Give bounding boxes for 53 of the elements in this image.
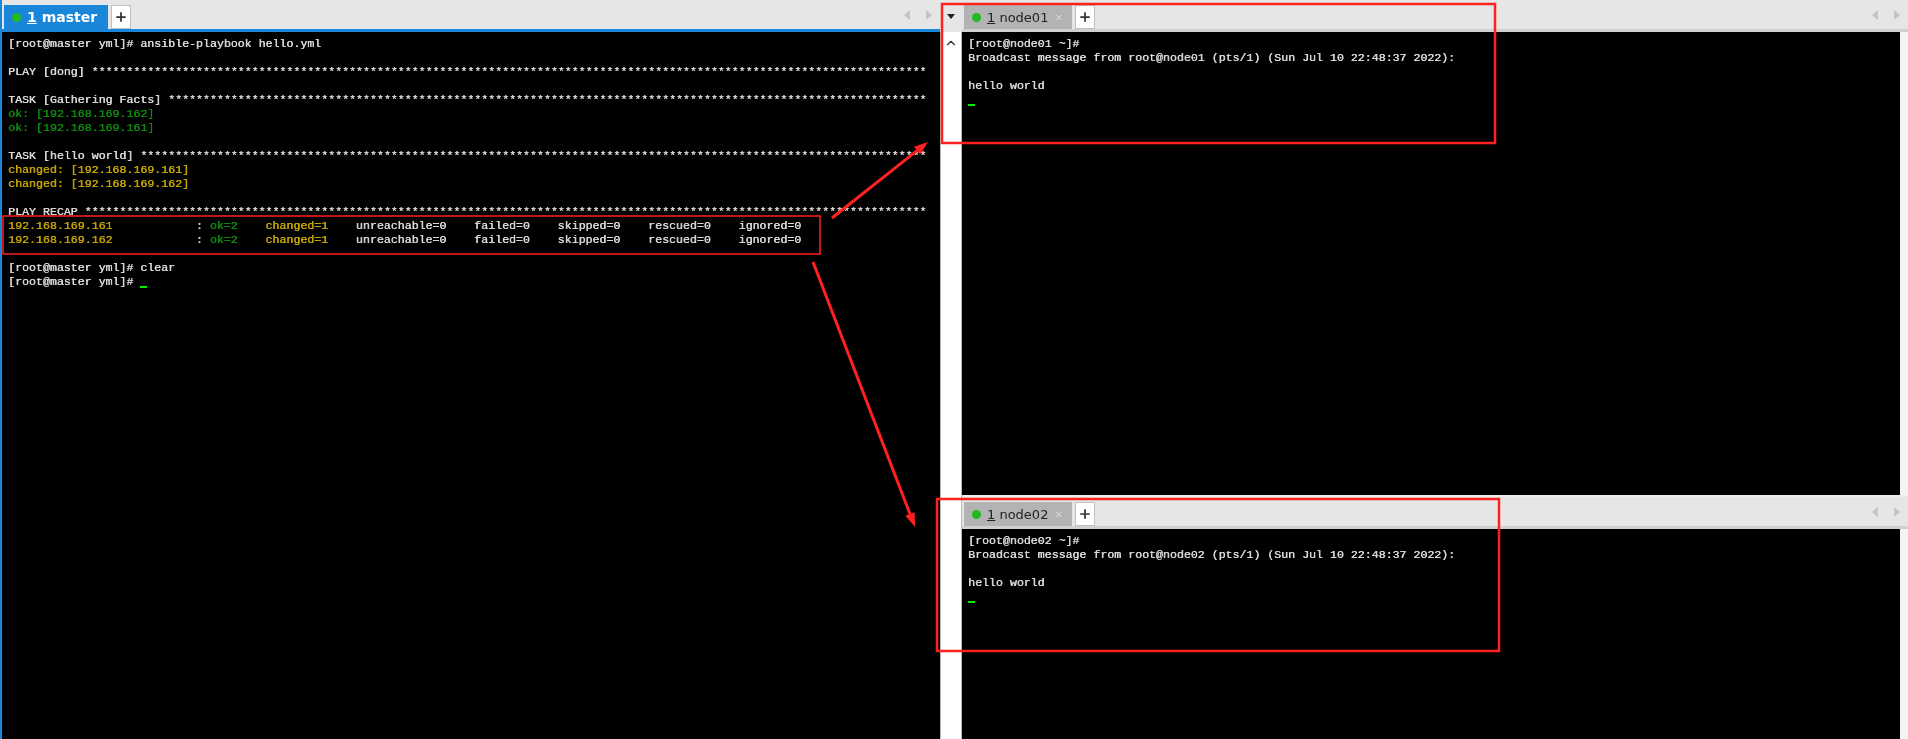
terminal-line: changed: [192.168.169.161] — [8, 163, 189, 177]
recap-field: changed=1 — [265, 219, 329, 232]
recap-field: skipped=0 — [557, 219, 621, 232]
plus-icon — [1078, 507, 1092, 521]
session-tab[interactable]: 1 node01 — [964, 5, 1072, 29]
session-tab[interactable]: 1 master — [4, 5, 108, 29]
terminal-line: PLAY [dong] ************************************************************************************************************************ — [8, 65, 927, 79]
new-tab-button[interactable] — [111, 5, 131, 29]
recap-separator: : — [195, 219, 203, 232]
terminal-line: TASK [hello world] ***************************************************************************************************************** — [8, 149, 927, 163]
terminal-line: ok: [192.168.169.162] — [8, 107, 155, 121]
recap-field: rescued=0 — [648, 219, 711, 232]
status-dot-icon — [972, 12, 981, 22]
session-tab[interactable]: 1 node02 — [964, 502, 1072, 526]
terminal-line: [root@master yml]# clear — [8, 261, 175, 275]
terminal-screen[interactable]: [root@node02 ~]# Broadcast message from root@node02 (pts/1) (Sun Jul 10 22:48:37 2022): hello world — [962, 529, 1908, 739]
new-tab-button[interactable] — [1075, 502, 1095, 526]
terminal-line: [root@node01 ~]# — [968, 37, 1080, 51]
terminal-line: TASK [Gathering Facts] ************************************************************************************************************* — [8, 93, 927, 107]
recap-field: ignored=0 — [738, 219, 802, 232]
recap-field: ok=2 — [209, 219, 238, 232]
recap-field: unreachable=0 — [355, 219, 447, 232]
status-dot-icon — [972, 509, 981, 519]
plus-icon — [1078, 10, 1092, 24]
terminal-screen[interactable] — [2, 32, 940, 739]
terminal-line: Broadcast message from root@node02 (pts/1) (Sun Jul 10 22:48:37 2022): — [968, 548, 1456, 562]
terminal-line: ok: [192.168.169.161] — [8, 121, 155, 135]
recap-field: ok=2 — [209, 233, 238, 246]
text-cursor — [968, 104, 975, 106]
terminal-line: changed: [192.168.169.162] — [8, 177, 189, 191]
terminal-line: hello world — [968, 576, 1045, 590]
recap-field: failed=0 — [474, 233, 530, 246]
terminal-line: [root@node02 ~]# — [968, 534, 1080, 548]
dropdown-caret-icon[interactable] — [947, 13, 955, 19]
new-tab-button[interactable] — [1075, 5, 1095, 29]
recap-field: 192.168.169.161 — [8, 219, 113, 232]
plus-icon — [114, 10, 128, 24]
recap-separator: : — [195, 233, 203, 246]
recap-field: skipped=0 — [557, 233, 621, 246]
text-cursor — [968, 601, 975, 603]
recap-field: ignored=0 — [738, 233, 802, 246]
terminal-screen[interactable]: [root@node01 ~]# Broadcast message from root@node01 (pts/1) (Sun Jul 10 22:48:37 2022): hello world — [962, 32, 1908, 495]
recap-field: changed=1 — [265, 233, 329, 246]
terminal-line: Broadcast message from root@node01 (pts/1) (Sun Jul 10 22:48:37 2022): — [968, 51, 1456, 65]
recap-field: unreachable=0 — [355, 233, 447, 246]
recap-field: failed=0 — [474, 219, 530, 232]
recap-field: 192.168.169.162 — [8, 233, 113, 246]
terminal-line: hello world — [968, 79, 1045, 93]
terminal-line: [root@master yml]# ansible-playbook hello.yml — [8, 37, 322, 51]
terminal-line: [root@master yml]# — [8, 275, 134, 289]
terminal-line: PLAY RECAP ************************************************************************************************************************* — [8, 205, 927, 219]
recap-field: rescued=0 — [648, 233, 711, 246]
status-dot-icon — [12, 12, 21, 22]
